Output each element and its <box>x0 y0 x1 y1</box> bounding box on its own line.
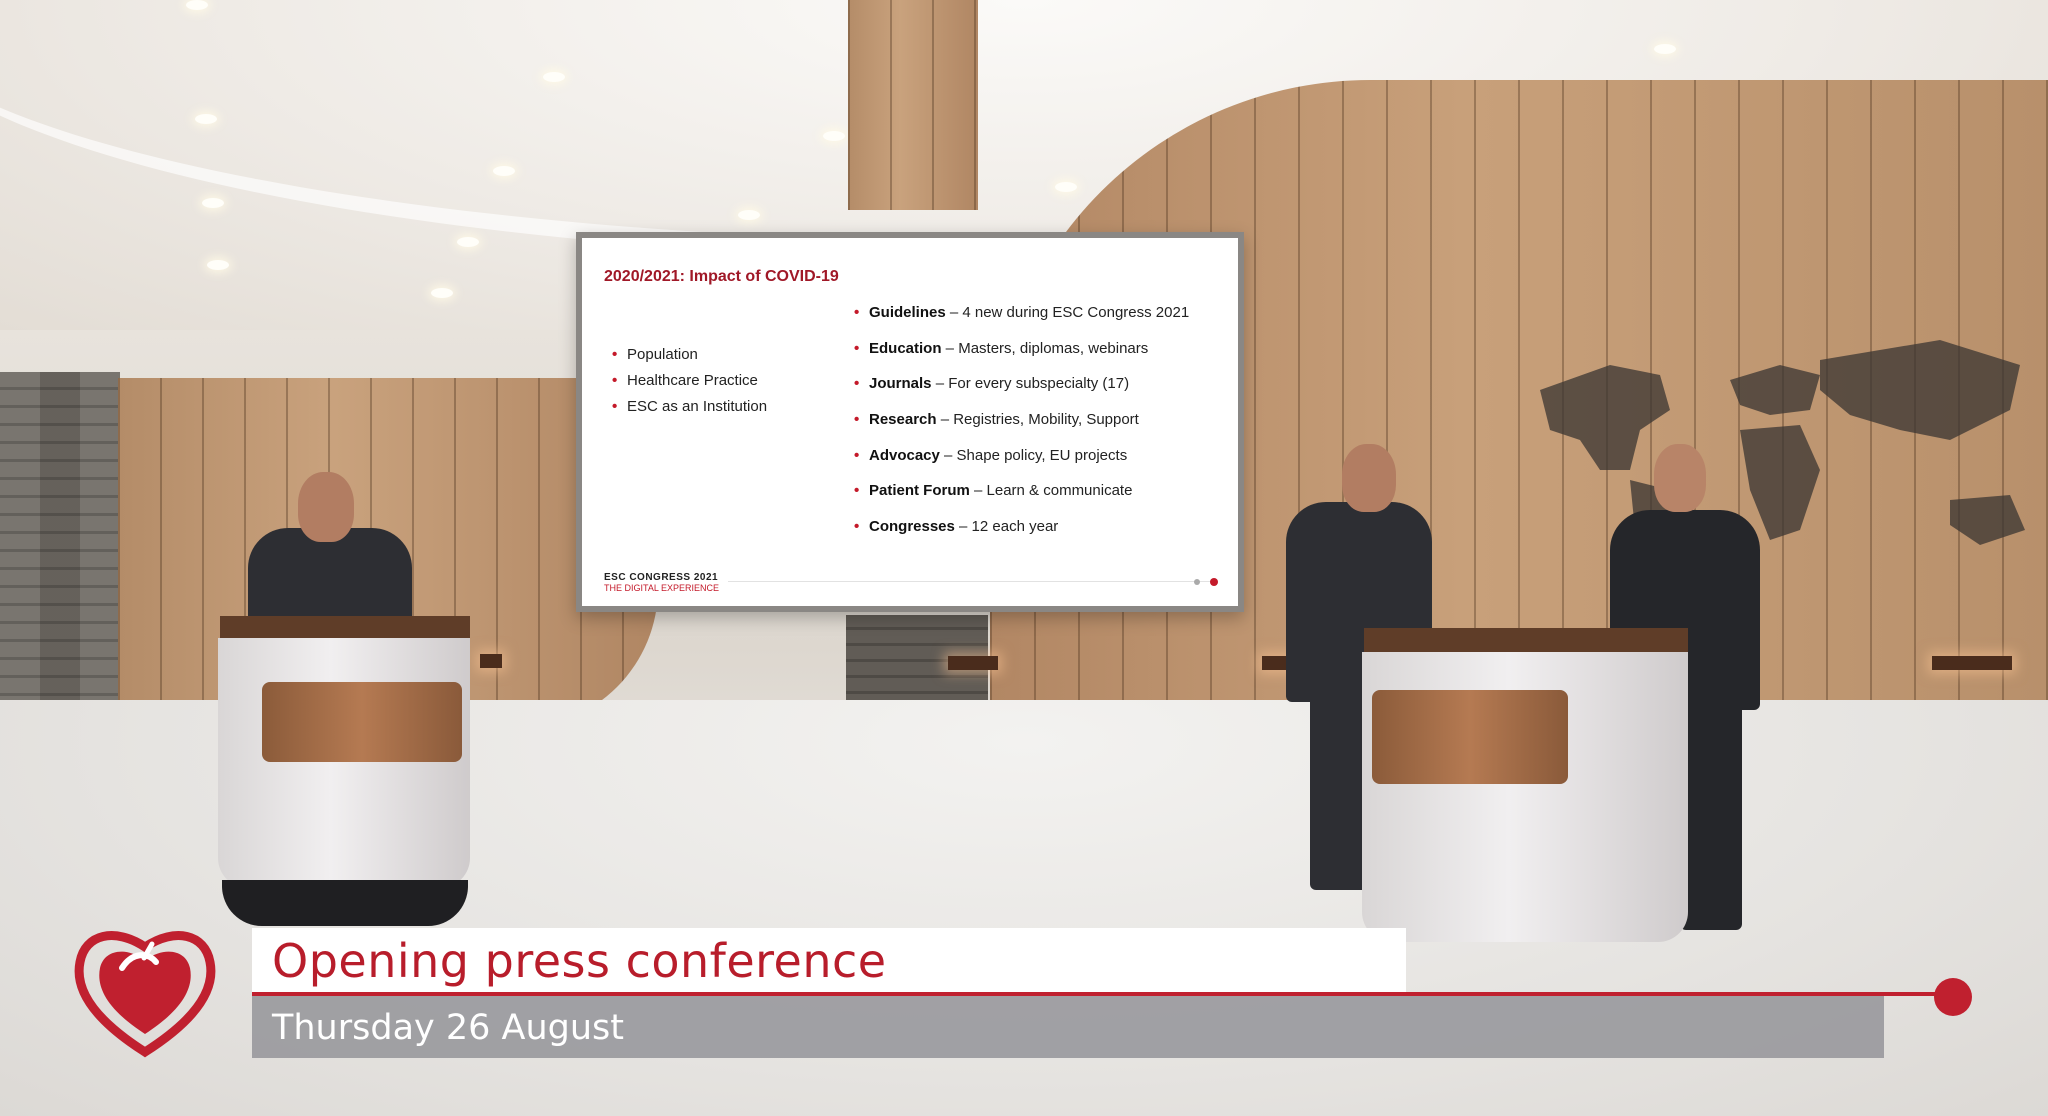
bullet-icon: • <box>854 339 860 357</box>
podium-panel <box>1372 690 1568 784</box>
ceiling-downlight <box>1055 182 1077 192</box>
wood-pillar <box>848 0 978 210</box>
wall-light <box>480 654 502 668</box>
bullet-icon: • <box>612 346 618 363</box>
wall-light <box>1932 656 2012 670</box>
presentation-slide: 2020/2021: Impact of COVID-19 • Populatio… <box>576 232 1244 612</box>
slide-progress-dot <box>1194 579 1200 585</box>
slide-title: 2020/2021: Impact of COVID-19 <box>604 268 839 285</box>
ceiling-downlight <box>207 260 229 270</box>
bullet-icon: • <box>612 372 618 389</box>
lower-third-date-bar: Thursday 26 August <box>252 996 1884 1058</box>
bullet-icon: • <box>854 518 860 536</box>
stone-wall <box>0 372 120 732</box>
wall-light <box>948 656 998 670</box>
slide-footer-line <box>728 581 1212 582</box>
list-item: • Healthcare Practice <box>612 368 767 394</box>
speaker-body <box>248 528 412 628</box>
list-item: • Guidelines – 4 new during ESC Congress … <box>854 304 1190 321</box>
podium-top <box>220 616 470 638</box>
ceiling-downlight <box>493 166 515 176</box>
podium-base <box>222 880 468 926</box>
speaker-legs <box>1310 690 1370 890</box>
speaker-head <box>1342 444 1396 512</box>
ceiling-downlight <box>195 114 217 124</box>
bullet-icon: • <box>854 375 860 393</box>
lower-third-red-dot <box>1934 978 1972 1016</box>
speaker-head <box>1654 444 1706 512</box>
ceiling-downlight <box>543 72 565 82</box>
list-item: • Journals – For every subspecialty (17) <box>854 375 1130 393</box>
ceiling-downlight <box>457 237 479 247</box>
podium-panel <box>262 682 462 762</box>
list-item: • Research – Registries, Mobility, Suppor… <box>854 411 1139 429</box>
podium-top <box>1364 628 1688 652</box>
ceiling-downlight <box>738 210 760 220</box>
ceiling-downlight <box>1654 44 1676 54</box>
list-item: • Education – Masters, diplomas, webinars <box>854 339 1149 357</box>
ceiling-downlight <box>202 198 224 208</box>
slide-left-bullets: • Population • Healthcare Practice • ESC as… <box>612 342 767 420</box>
lower-third-date: Thursday 26 August <box>272 1008 625 1048</box>
bullet-icon: • <box>854 446 860 464</box>
ceiling-downlight <box>186 0 208 10</box>
bullet-icon: • <box>612 398 618 415</box>
bullet-icon: • <box>854 304 860 321</box>
list-item: • ESC as an Institution <box>612 394 767 420</box>
bullet-icon: • <box>854 482 860 500</box>
world-map-decoration <box>1540 340 2025 600</box>
ceiling-downlight <box>823 131 845 141</box>
list-item: • Congresses – 12 each year <box>854 518 1059 536</box>
list-item: • Population <box>612 342 767 368</box>
speaker-head <box>298 472 354 542</box>
list-item: • Advocacy – Shape policy, EU projects <box>854 446 1128 464</box>
slide-progress-dot-active <box>1210 578 1218 586</box>
slide-esc-logo: ESC CONGRESS 2021 THE DIGITAL EXPERIENCE <box>604 572 720 593</box>
ceiling-downlight <box>431 288 453 298</box>
esc-heart-logo <box>74 931 216 1058</box>
slide-right-bullets: • Guidelines – 4 new during ESC Congress … <box>854 304 1189 554</box>
list-item: • Patient Forum – Learn & communicate <box>854 482 1133 500</box>
bullet-icon: • <box>854 411 860 429</box>
press-conference-scene: 2020/2021: Impact of COVID-19 • Populatio… <box>0 0 2048 1116</box>
lower-third-title-bar: Opening press conference <box>252 928 1406 992</box>
podium-front <box>218 638 470 888</box>
lower-third-title: Opening press conference <box>272 934 887 988</box>
speaker-legs <box>1680 700 1742 930</box>
